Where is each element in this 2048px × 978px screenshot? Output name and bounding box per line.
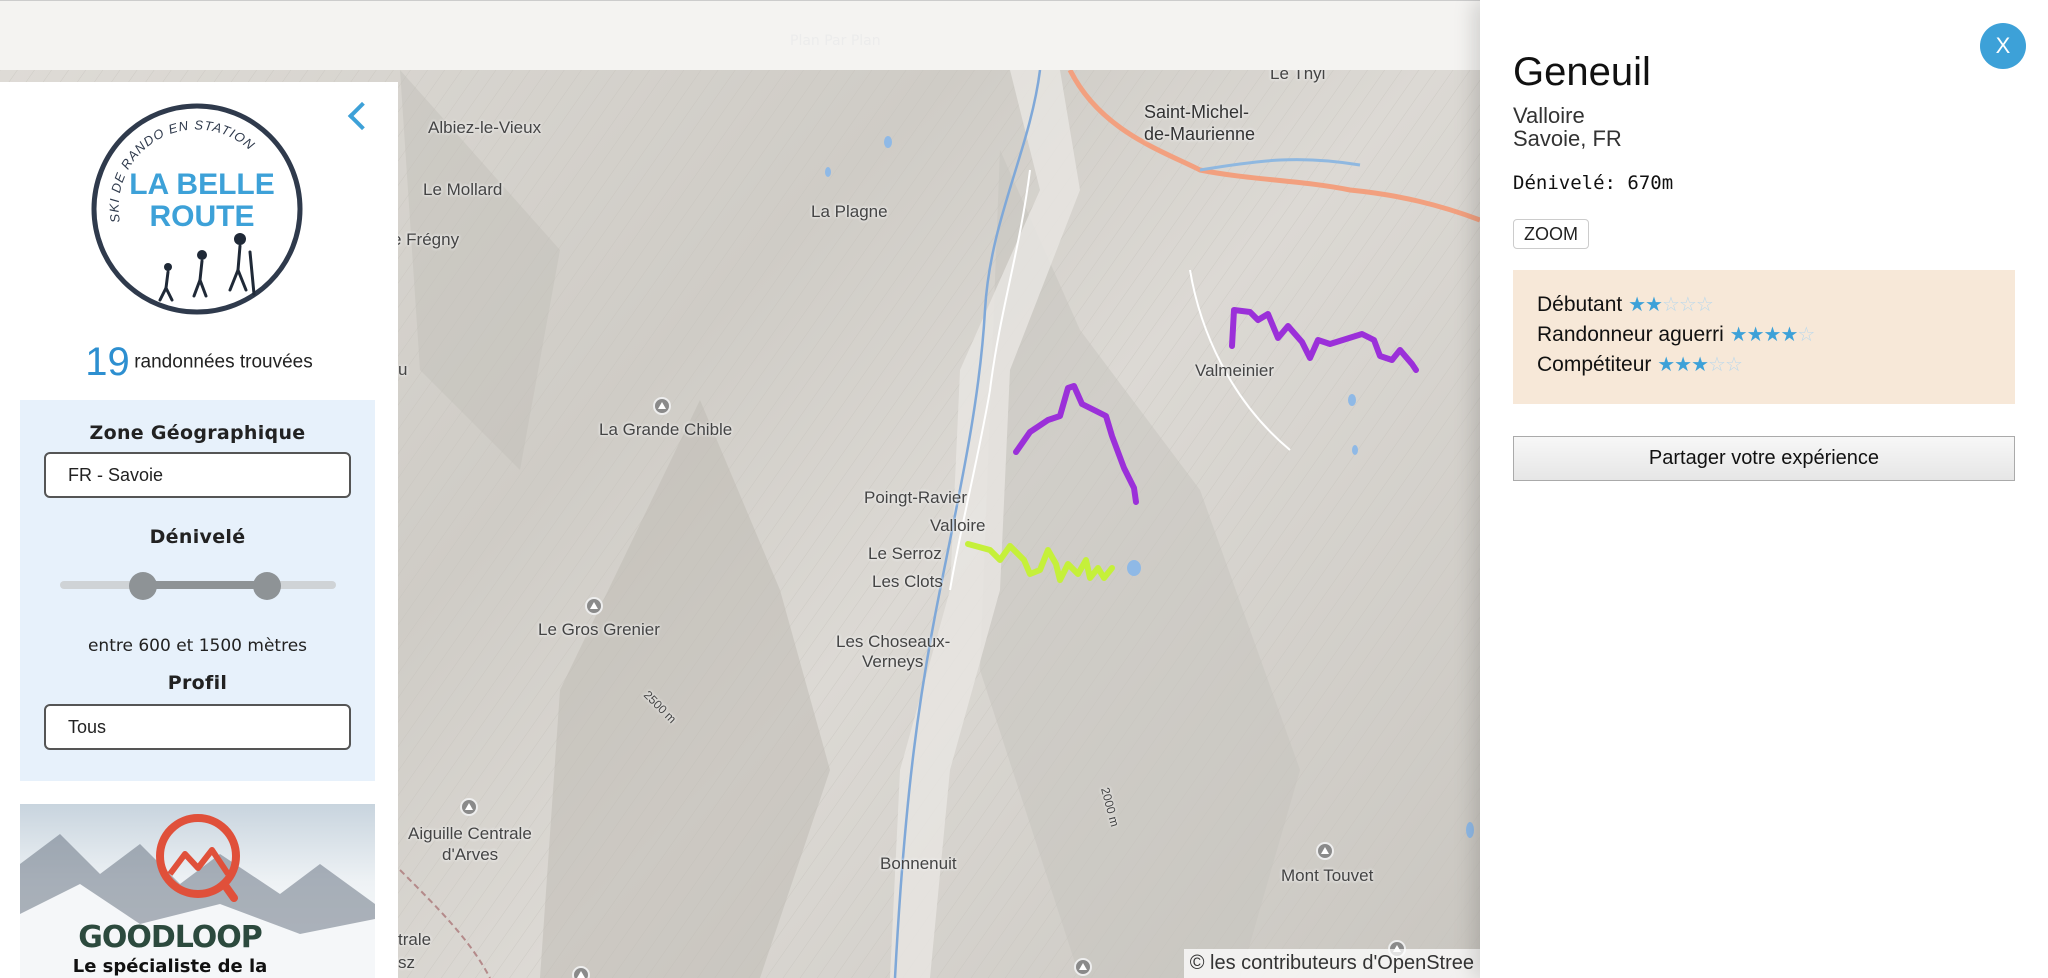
map-label: de-Maurienne (1144, 124, 1256, 144)
logo: SKI DE RANDO EN STATION LA BELLE ROUTE (91, 103, 303, 315)
map-label: trale (398, 930, 432, 949)
map-label: Albiez-le-Vieux (428, 118, 542, 137)
map-label: Aiguille Centrale (408, 824, 532, 843)
elevation-min-handle[interactable] (128, 572, 157, 600)
map-attribution[interactable]: © les contributeurs d'OpenStree (1183, 949, 1480, 978)
map-label: Valmeinier (1195, 361, 1275, 380)
map-label: Saint-Michel- (1144, 102, 1250, 122)
results-count-number: 19 (85, 340, 130, 384)
route-elevation: Dénivelé: 670m (1513, 172, 1674, 194)
goodloop-ad[interactable]: GOODLOOP Le spécialiste de la (20, 804, 375, 978)
map-label: e Frégny (392, 230, 460, 249)
profile-select[interactable]: Tous (44, 704, 351, 750)
peak-icon[interactable] (585, 597, 603, 615)
top-bar-text: Plan Par Plan (790, 33, 881, 49)
level-label: Débutant (1537, 293, 1623, 316)
map-label: Le Thyl (1270, 70, 1326, 83)
zone-select[interactable]: FR - Savoie (44, 452, 351, 498)
map-label: Le Serroz (868, 544, 942, 563)
map-label: La Plagne (811, 202, 888, 221)
route-title: Geneuil (1513, 50, 1651, 94)
map-label: Les Clots (872, 572, 943, 591)
difficulty-levels: Débutant ★★☆☆☆ Randonneur aguerri ★★★★☆ … (1513, 270, 2015, 404)
map-label: Poingt-Ravier (864, 488, 967, 507)
level-row: Débutant ★★☆☆☆ (1537, 292, 2015, 322)
map-label: Bonnenuit (880, 854, 957, 873)
filters-panel: Zone Géographique FR - Savoie Dénivelé e… (20, 400, 375, 781)
results-count-label: randonnées trouvées (134, 351, 313, 373)
elevation-range-text: entre 600 et 1500 mètres (87, 636, 308, 656)
sidebar: SKI DE RANDO EN STATION LA BELLE ROUTE 1… (0, 82, 398, 978)
peak-icon[interactable] (1074, 958, 1092, 976)
map-label: sz (398, 953, 415, 972)
elevation-title: Dénivelé (149, 526, 246, 548)
peak-icon[interactable] (572, 966, 590, 978)
level-label: Compétiteur (1537, 353, 1652, 376)
route-location-line2: Savoie, FR (1513, 126, 1622, 151)
map-label: Mont Touvet (1281, 866, 1374, 885)
map-label: Les Choseaux- (836, 632, 951, 651)
peak-icon[interactable] (1316, 842, 1334, 860)
star-icon: ★★★★☆ (1729, 324, 1816, 346)
results-count: 19 randonnées trouvées (0, 340, 398, 385)
peak-icon[interactable] (460, 798, 478, 816)
logo-line1: LA BELLE (129, 168, 275, 201)
logo-line2: ROUTE (150, 200, 255, 233)
zone-title: Zone Géographique (89, 422, 306, 444)
elevation-max-handle[interactable] (253, 572, 281, 600)
ad-brand: GOODLOOP (78, 920, 263, 955)
map-label: Verneys (862, 652, 924, 671)
level-row: Randonneur aguerri ★★★★☆ (1537, 322, 2015, 352)
collapse-sidebar-button[interactable] (342, 96, 377, 136)
profile-title: Profil (167, 672, 228, 694)
map-label: Le Gros Grenier (538, 620, 660, 639)
map-label: Le Mollard (423, 180, 503, 199)
elevation-slider-range (142, 581, 267, 589)
map-label: u (398, 360, 408, 379)
level-row: Compétiteur ★★★☆☆ (1537, 352, 2015, 382)
zoom-button[interactable]: ZOOM (1513, 219, 1589, 249)
close-icon[interactable]: X (1980, 23, 2026, 69)
star-icon: ★★☆☆☆ (1628, 294, 1714, 316)
map-label: Valloire (930, 516, 986, 535)
peak-icon[interactable] (653, 397, 671, 415)
map-label: d'Arves (442, 845, 499, 864)
map-label: La Grande Chible (599, 420, 733, 439)
level-label: Randonneur aguerri (1537, 323, 1724, 346)
star-icon: ★★★☆☆ (1657, 354, 1743, 376)
chevron-left-icon (347, 101, 377, 131)
share-experience-button[interactable]: Partager votre expérience (1513, 436, 2015, 481)
ad-tagline: Le spécialiste de la (72, 956, 268, 977)
